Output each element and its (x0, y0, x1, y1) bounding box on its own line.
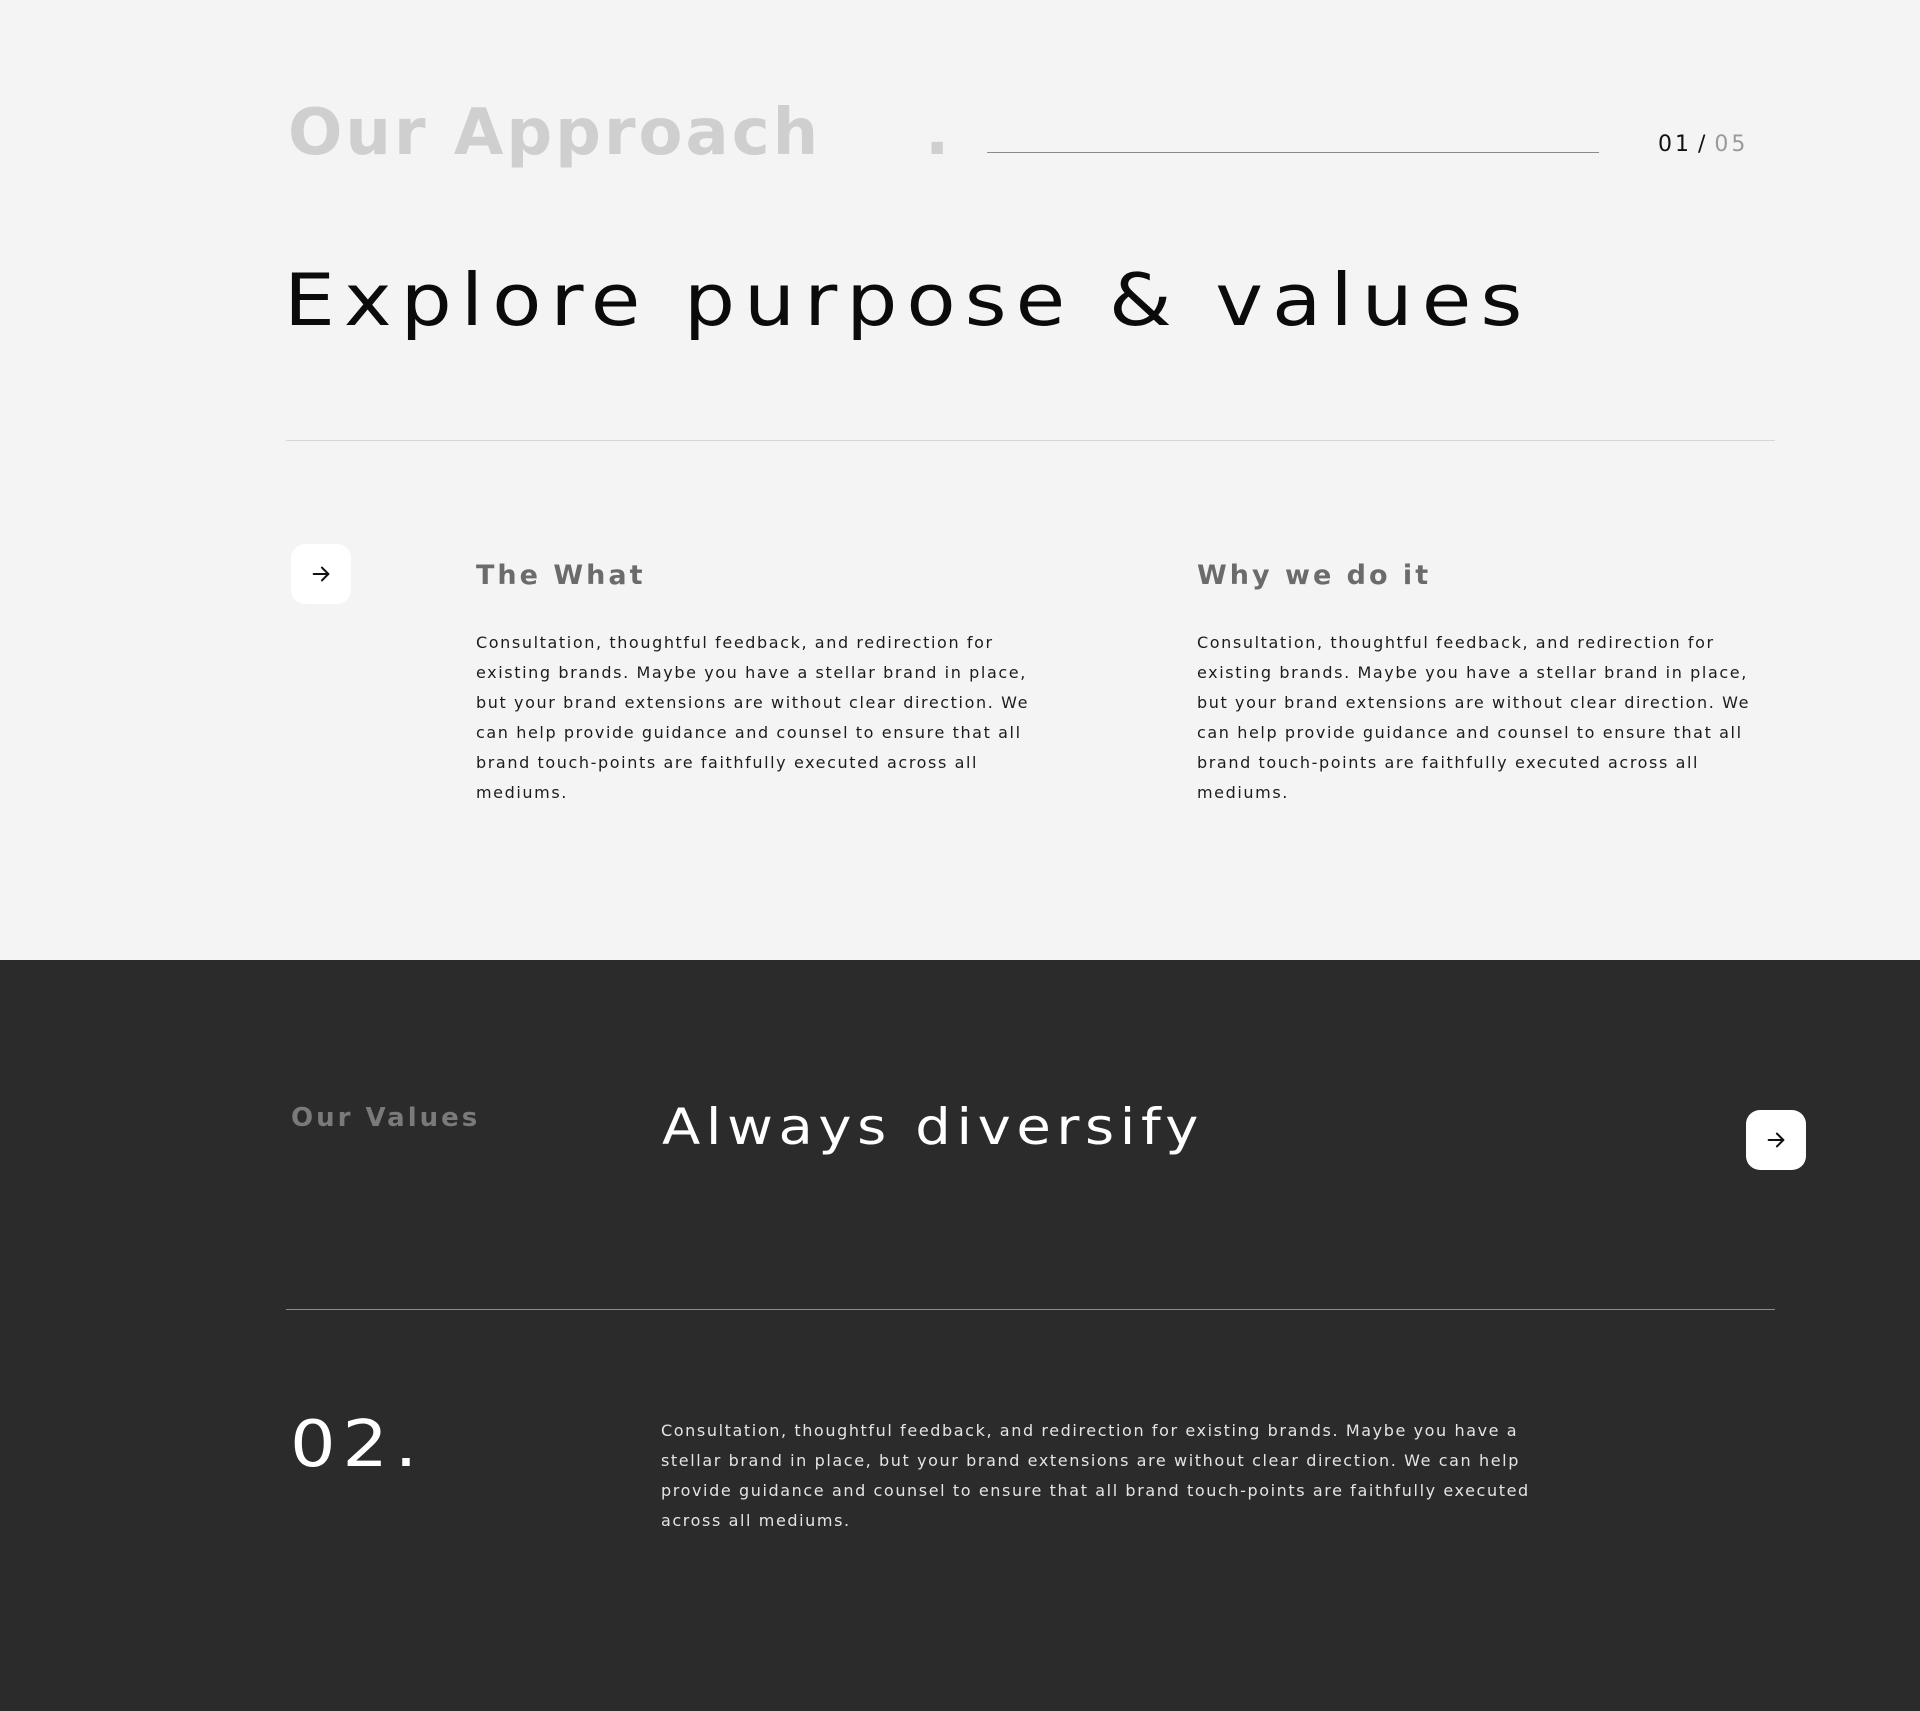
why-body: Consultation, thoughtful feedback, and r… (1197, 633, 1751, 802)
pager: 01/05 (1658, 132, 1748, 157)
what-body: Consultation, thoughtful feedback, and r… (476, 633, 1030, 802)
pager-separator: / (1698, 132, 1709, 157)
values-divider (286, 1309, 1775, 1310)
section-divider (286, 440, 1775, 441)
title-dot: . (925, 96, 950, 170)
arrow-right-icon (312, 566, 330, 582)
pager-total: 05 (1714, 132, 1749, 157)
values-title: Always diversify (662, 1098, 1205, 1156)
what-title: The What (476, 560, 646, 591)
why-title: Why we do it (1197, 560, 1432, 591)
values-label: Our Values (291, 1103, 481, 1133)
title-divider (987, 152, 1599, 153)
pager-current: 01 (1658, 132, 1692, 157)
section-title: Our Approach (288, 96, 822, 170)
values-next-button[interactable] (1746, 1110, 1806, 1170)
next-arrow-button[interactable] (291, 544, 351, 604)
value-body: Consultation, thoughtful feedback, and r… (661, 1421, 1530, 1530)
page-headline: Explore purpose & values (284, 258, 1532, 342)
value-number: 02. (290, 1408, 425, 1482)
approach-section: Our Approach . 01/05 Explore purpose & v… (0, 0, 1920, 960)
arrow-right-icon (1767, 1132, 1785, 1148)
values-section (0, 960, 1920, 1711)
